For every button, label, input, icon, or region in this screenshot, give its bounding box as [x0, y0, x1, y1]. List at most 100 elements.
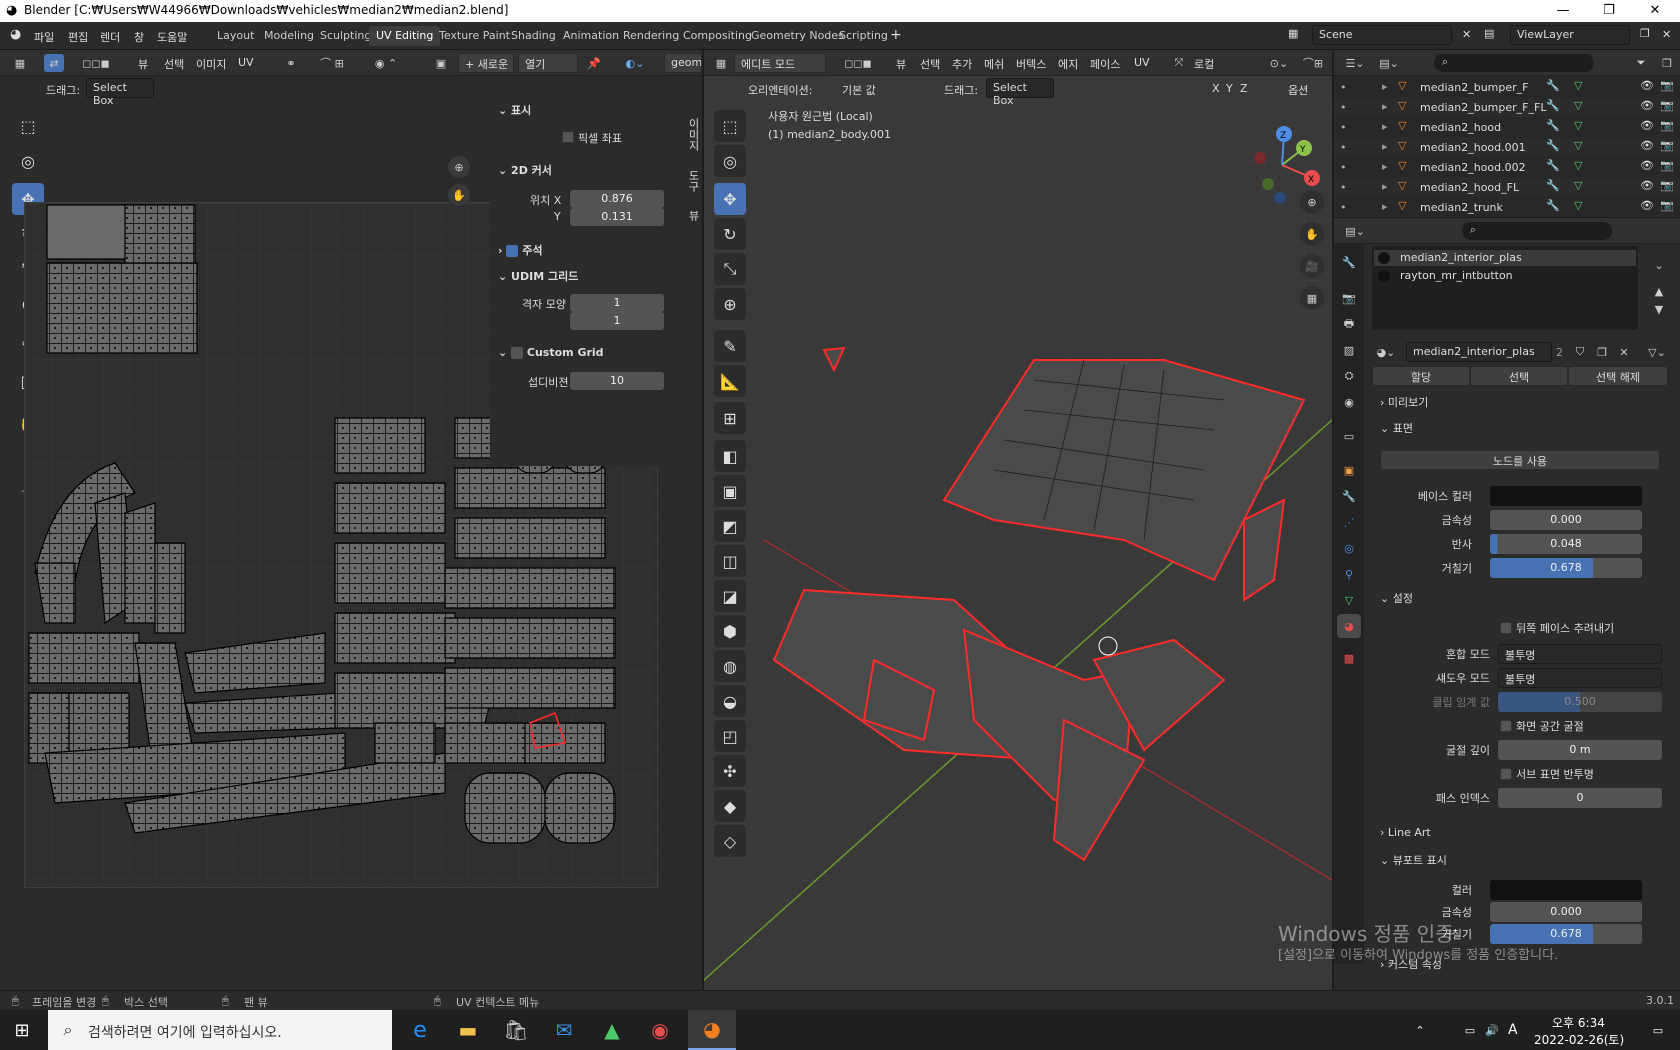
- udim-grid-x[interactable]: 1: [570, 294, 664, 312]
- v3d-menu-edge[interactable]: 에지: [1058, 56, 1078, 72]
- render-camera-icon[interactable]: 📷: [1660, 159, 1674, 172]
- scene-tab-icon[interactable]: ⛭: [1339, 366, 1359, 386]
- inset-tool[interactable]: ▣: [714, 475, 746, 507]
- material-slot-active[interactable]: median2_interior_plas: [1374, 250, 1636, 266]
- v3d-pan-icon[interactable]: ✋: [1300, 222, 1324, 246]
- link-type-icon[interactable]: ▽⌄: [1644, 342, 1670, 362]
- pixel-coords-checkbox[interactable]: [562, 131, 574, 143]
- select-mode-icons[interactable]: ◻◻◼: [70, 54, 122, 72]
- visibility-eye-icon[interactable]: 👁: [1640, 199, 1654, 212]
- vp-color-swatch[interactable]: [1490, 880, 1642, 900]
- particles-tab-icon[interactable]: ⋰: [1339, 512, 1359, 532]
- render-camera-icon[interactable]: 📷: [1660, 179, 1674, 192]
- expand-arrow-icon[interactable]: ▸: [1382, 80, 1388, 93]
- expand-arrow-icon[interactable]: ▸: [1382, 140, 1388, 153]
- preview-panel-header[interactable]: › 미리보기: [1380, 394, 1660, 416]
- display-mode-icon[interactable]: ▤⌄: [1376, 54, 1402, 72]
- outliner-row[interactable]: • ▸ ▽ median2_hood.001 🔧 ▽ 👁 📷: [1334, 138, 1680, 157]
- expand-arrow-icon[interactable]: ▸: [1382, 180, 1388, 193]
- expand-arrow-icon[interactable]: ▸: [1382, 120, 1388, 133]
- material-slot[interactable]: rayton_mr_intbutton: [1374, 268, 1636, 284]
- v3d-scale-tool[interactable]: ⤡: [714, 253, 746, 285]
- windows-start-icon[interactable]: ⊞: [8, 1018, 36, 1042]
- taskbar-search-box[interactable]: ⌕ 검색하려면 여기에 입력하십시오.: [48, 1010, 392, 1050]
- base-color-swatch[interactable]: [1490, 486, 1642, 506]
- maps-app-icon[interactable]: ▲: [596, 1016, 628, 1044]
- snap-icon[interactable]: ⌒ ⊞: [312, 54, 352, 72]
- tab-modeling[interactable]: Modeling: [257, 26, 321, 46]
- viewlayer-close-icon[interactable]: ✕: [1662, 28, 1671, 41]
- menu-edit[interactable]: 편집: [68, 29, 88, 45]
- chrome-icon[interactable]: ◉: [644, 1016, 676, 1044]
- material-browse-icon[interactable]: ◕⌄: [1372, 342, 1400, 362]
- notification-icon[interactable]: ▭: [1646, 1020, 1670, 1040]
- metallic-field[interactable]: 0.000: [1490, 510, 1642, 530]
- 2d-cursor-panel-header[interactable]: ⌄ 2D 커서: [498, 162, 552, 184]
- unlink-material-icon[interactable]: ✕: [1614, 342, 1634, 362]
- scene-close-icon[interactable]: ✕: [1462, 28, 1471, 41]
- uv-menu-image[interactable]: 이미지: [196, 56, 226, 72]
- uv-drag-dropdown[interactable]: Select Box: [86, 78, 154, 107]
- viewport-editor-type-icon[interactable]: ▦: [712, 54, 730, 72]
- visibility-eye-icon[interactable]: 👁: [1640, 139, 1654, 152]
- v3d-menu-face[interactable]: 페이스: [1090, 56, 1120, 72]
- transform-orientation-icon[interactable]: ⤧: [1170, 54, 1188, 72]
- cursor-y-field[interactable]: 0.131: [570, 208, 664, 226]
- pan-hand-icon[interactable]: ✋: [448, 184, 470, 206]
- render-camera-icon[interactable]: 📷: [1660, 119, 1674, 132]
- physics-tab-icon[interactable]: ◎: [1339, 538, 1359, 558]
- scene-icon[interactable]: ▦: [1288, 27, 1298, 40]
- lineart-panel-header[interactable]: › Line Art: [1380, 826, 1660, 848]
- file-explorer-icon[interactable]: ▬: [452, 1016, 484, 1044]
- v3d-menu-view[interactable]: 뷰: [896, 56, 906, 72]
- shear-tool[interactable]: ◆: [714, 790, 746, 822]
- poly-build-tool[interactable]: ⬢: [714, 615, 746, 647]
- select-box-tool[interactable]: ⬚: [12, 110, 44, 142]
- visibility-eye-icon[interactable]: 👁: [1640, 179, 1654, 192]
- roughness-field[interactable]: 0.678: [1490, 558, 1642, 578]
- material-name-field[interactable]: median2_interior_plas: [1406, 342, 1552, 362]
- axis-y-toggle[interactable]: Y: [1226, 82, 1233, 95]
- settings-panel-header[interactable]: ⌄ 설정: [1380, 590, 1660, 612]
- pivot-icon[interactable]: ⚭: [276, 54, 306, 72]
- uv-menu-view[interactable]: 뷰: [138, 56, 148, 72]
- tab-tool[interactable]: 도구: [685, 170, 701, 192]
- uv-sync-icon[interactable]: ⇄: [44, 54, 64, 72]
- camera-view-icon[interactable]: 🎥: [1300, 254, 1324, 278]
- vp-metallic-field[interactable]: 0.000: [1490, 902, 1642, 922]
- duplicate-material-icon[interactable]: ❐: [1592, 342, 1612, 362]
- tab-shading[interactable]: Shading: [504, 26, 563, 46]
- output-tab-icon[interactable]: 🖶: [1339, 314, 1359, 334]
- smooth-tool[interactable]: ◒: [714, 685, 746, 717]
- visibility-eye-icon[interactable]: 👁: [1640, 79, 1654, 92]
- image-browse-icon[interactable]: ▣: [426, 54, 456, 72]
- axis-x-toggle[interactable]: X: [1212, 82, 1220, 95]
- render-tab-icon[interactable]: 📷: [1339, 288, 1359, 308]
- viewlayer-copy-icon[interactable]: ❐: [1640, 27, 1650, 40]
- data-tab-icon[interactable]: ▽: [1339, 590, 1359, 610]
- clock-date[interactable]: 2022-02-26(토): [1534, 1031, 1624, 1048]
- outliner-row[interactable]: • ▸ ▽ median2_hood 🔧 ▽ 👁 📷: [1334, 118, 1680, 137]
- 3d-viewport[interactable]: ▦ 에디트 모드 ◻◻◼ 뷰 선택 추가 메쉬 버텍스 에지 페이스 UV ⤧ …: [704, 50, 1332, 990]
- edge-slide-tool[interactable]: ◰: [714, 720, 746, 752]
- refraction-depth-field[interactable]: 0 m: [1498, 740, 1662, 760]
- render-camera-icon[interactable]: 📷: [1660, 99, 1674, 112]
- overlay-icon[interactable]: ◐⌄: [618, 54, 652, 72]
- v3d-select-tool[interactable]: ⬚: [714, 110, 746, 142]
- editor-type-icon[interactable]: ▦: [8, 54, 32, 72]
- modifier-tab-icon[interactable]: 🔧: [1339, 486, 1359, 506]
- v3d-menu-mesh[interactable]: 메쉬: [984, 56, 1004, 72]
- blend-mode-dropdown[interactable]: 불투명: [1498, 644, 1662, 664]
- v3d-drag-dropdown[interactable]: Select Box: [986, 78, 1054, 107]
- blender-menu-icon[interactable]: ◕: [10, 27, 21, 42]
- v3d-snap-icon[interactable]: ⌒⊞: [1298, 54, 1328, 72]
- v3d-transform-tool[interactable]: ⊕: [714, 288, 746, 320]
- expand-arrow-icon[interactable]: ▸: [1382, 160, 1388, 173]
- use-nodes-button[interactable]: 노드를 사용: [1380, 450, 1660, 470]
- edge-icon[interactable]: e: [404, 1016, 436, 1044]
- new-image-button[interactable]: + 새로운: [458, 53, 514, 73]
- tab-layout[interactable]: Layout: [210, 26, 261, 46]
- tray-chevron-icon[interactable]: ⌃: [1410, 1020, 1430, 1040]
- v3d-zoom-icon[interactable]: ⊕: [1300, 190, 1324, 214]
- fake-user-icon[interactable]: ⛉: [1570, 342, 1590, 362]
